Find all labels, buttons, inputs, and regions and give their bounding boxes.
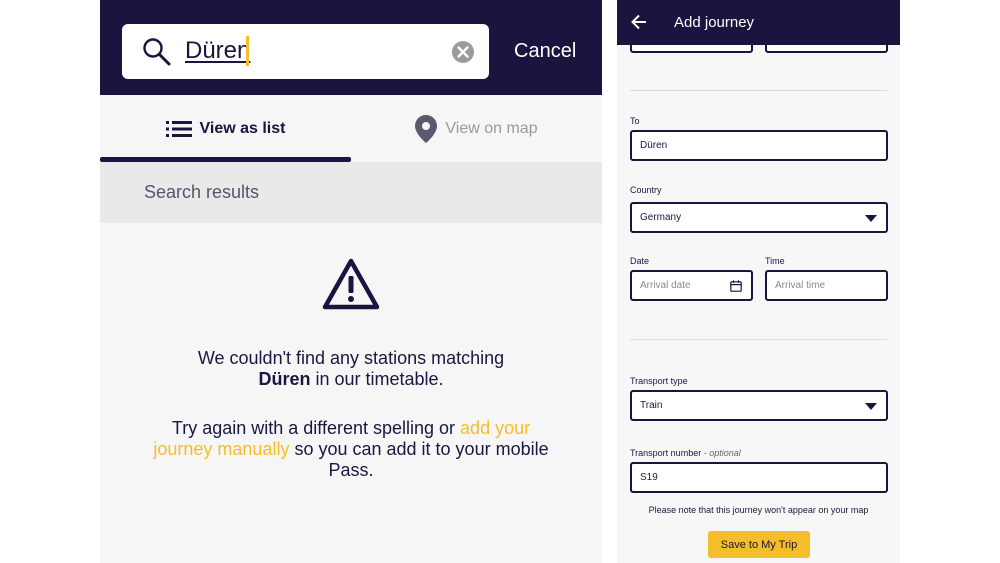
retry-hint-prefix: Try again with a different spelling or xyxy=(171,418,461,438)
search-input[interactable]: Düren xyxy=(122,24,489,79)
time-placeholder: Arrival time xyxy=(775,280,826,291)
results-section-header: Search results xyxy=(100,162,602,223)
country-label: Country xyxy=(630,185,662,195)
search-icon xyxy=(143,38,171,66)
chevron-down-icon xyxy=(865,215,877,222)
section-divider xyxy=(630,90,887,91)
chevron-down-icon xyxy=(865,403,877,410)
list-icon xyxy=(165,120,192,138)
tab-view-on-map[interactable]: View on map xyxy=(351,95,602,162)
arrow-left-icon[interactable] xyxy=(631,14,647,30)
search-term: Düren xyxy=(258,369,311,389)
date-label: Date xyxy=(630,256,650,266)
warning-icon xyxy=(322,258,380,310)
transport-number-label-text: Transport number xyxy=(630,448,702,458)
text-cursor xyxy=(246,36,249,66)
time-label: Time xyxy=(765,256,785,266)
to-label: To xyxy=(630,116,640,126)
section-divider xyxy=(630,339,887,340)
search-header: Düren Cancel xyxy=(100,0,602,95)
calendar-icon[interactable] xyxy=(730,280,742,292)
results-title: Search results xyxy=(144,182,260,202)
page-title: Add journey xyxy=(674,14,755,31)
optional-hint: - optional xyxy=(703,448,741,458)
no-results-text: We couldn't find any stations matching xyxy=(197,348,505,368)
add-journey-screen: Add journey To Düren Country Germany Dat… xyxy=(617,0,900,563)
save-to-my-trip-button[interactable]: Save to My Trip xyxy=(708,531,810,558)
time-field[interactable]: Arrival time xyxy=(765,270,888,301)
tab-view-as-list[interactable]: View as list xyxy=(100,95,351,162)
date-placeholder: Arrival date xyxy=(640,280,691,291)
tab-view-as-list-label: View as list xyxy=(199,119,286,137)
app-bar: Add journey xyxy=(617,0,900,45)
no-results-message: We couldn't find any stations matching D… xyxy=(100,348,602,390)
country-select[interactable]: Germany xyxy=(630,202,888,233)
to-value: Düren xyxy=(640,140,668,151)
transport-number-value: S19 xyxy=(640,472,658,483)
clear-icon[interactable] xyxy=(451,40,475,64)
transport-number-label: Transport number - optional xyxy=(630,448,741,458)
date-field[interactable]: Arrival date xyxy=(630,270,753,301)
search-value[interactable]: Düren xyxy=(185,37,250,65)
transport-number-field[interactable]: S19 xyxy=(630,462,888,493)
to-field[interactable]: Düren xyxy=(630,130,888,161)
view-tabs: View as list View on map xyxy=(100,95,602,162)
map-note: Please note that this journey won't appe… xyxy=(648,505,869,515)
country-value: Germany xyxy=(640,212,682,223)
transport-type-label: Transport type xyxy=(630,376,688,386)
transport-type-value: Train xyxy=(640,400,663,411)
cancel-button[interactable]: Cancel xyxy=(514,40,576,63)
map-pin-icon xyxy=(415,114,438,143)
transport-type-select[interactable]: Train xyxy=(630,390,888,421)
station-search-screen: Düren Cancel View as list View on map Se… xyxy=(100,0,602,563)
retry-hint: Try again with a different spelling or a… xyxy=(150,418,552,481)
no-results-suffix: in our timetable. xyxy=(310,369,444,389)
tab-view-on-map-label: View on map xyxy=(445,119,538,137)
retry-hint-suffix: so you can add it to your mobile Pass. xyxy=(289,439,549,480)
